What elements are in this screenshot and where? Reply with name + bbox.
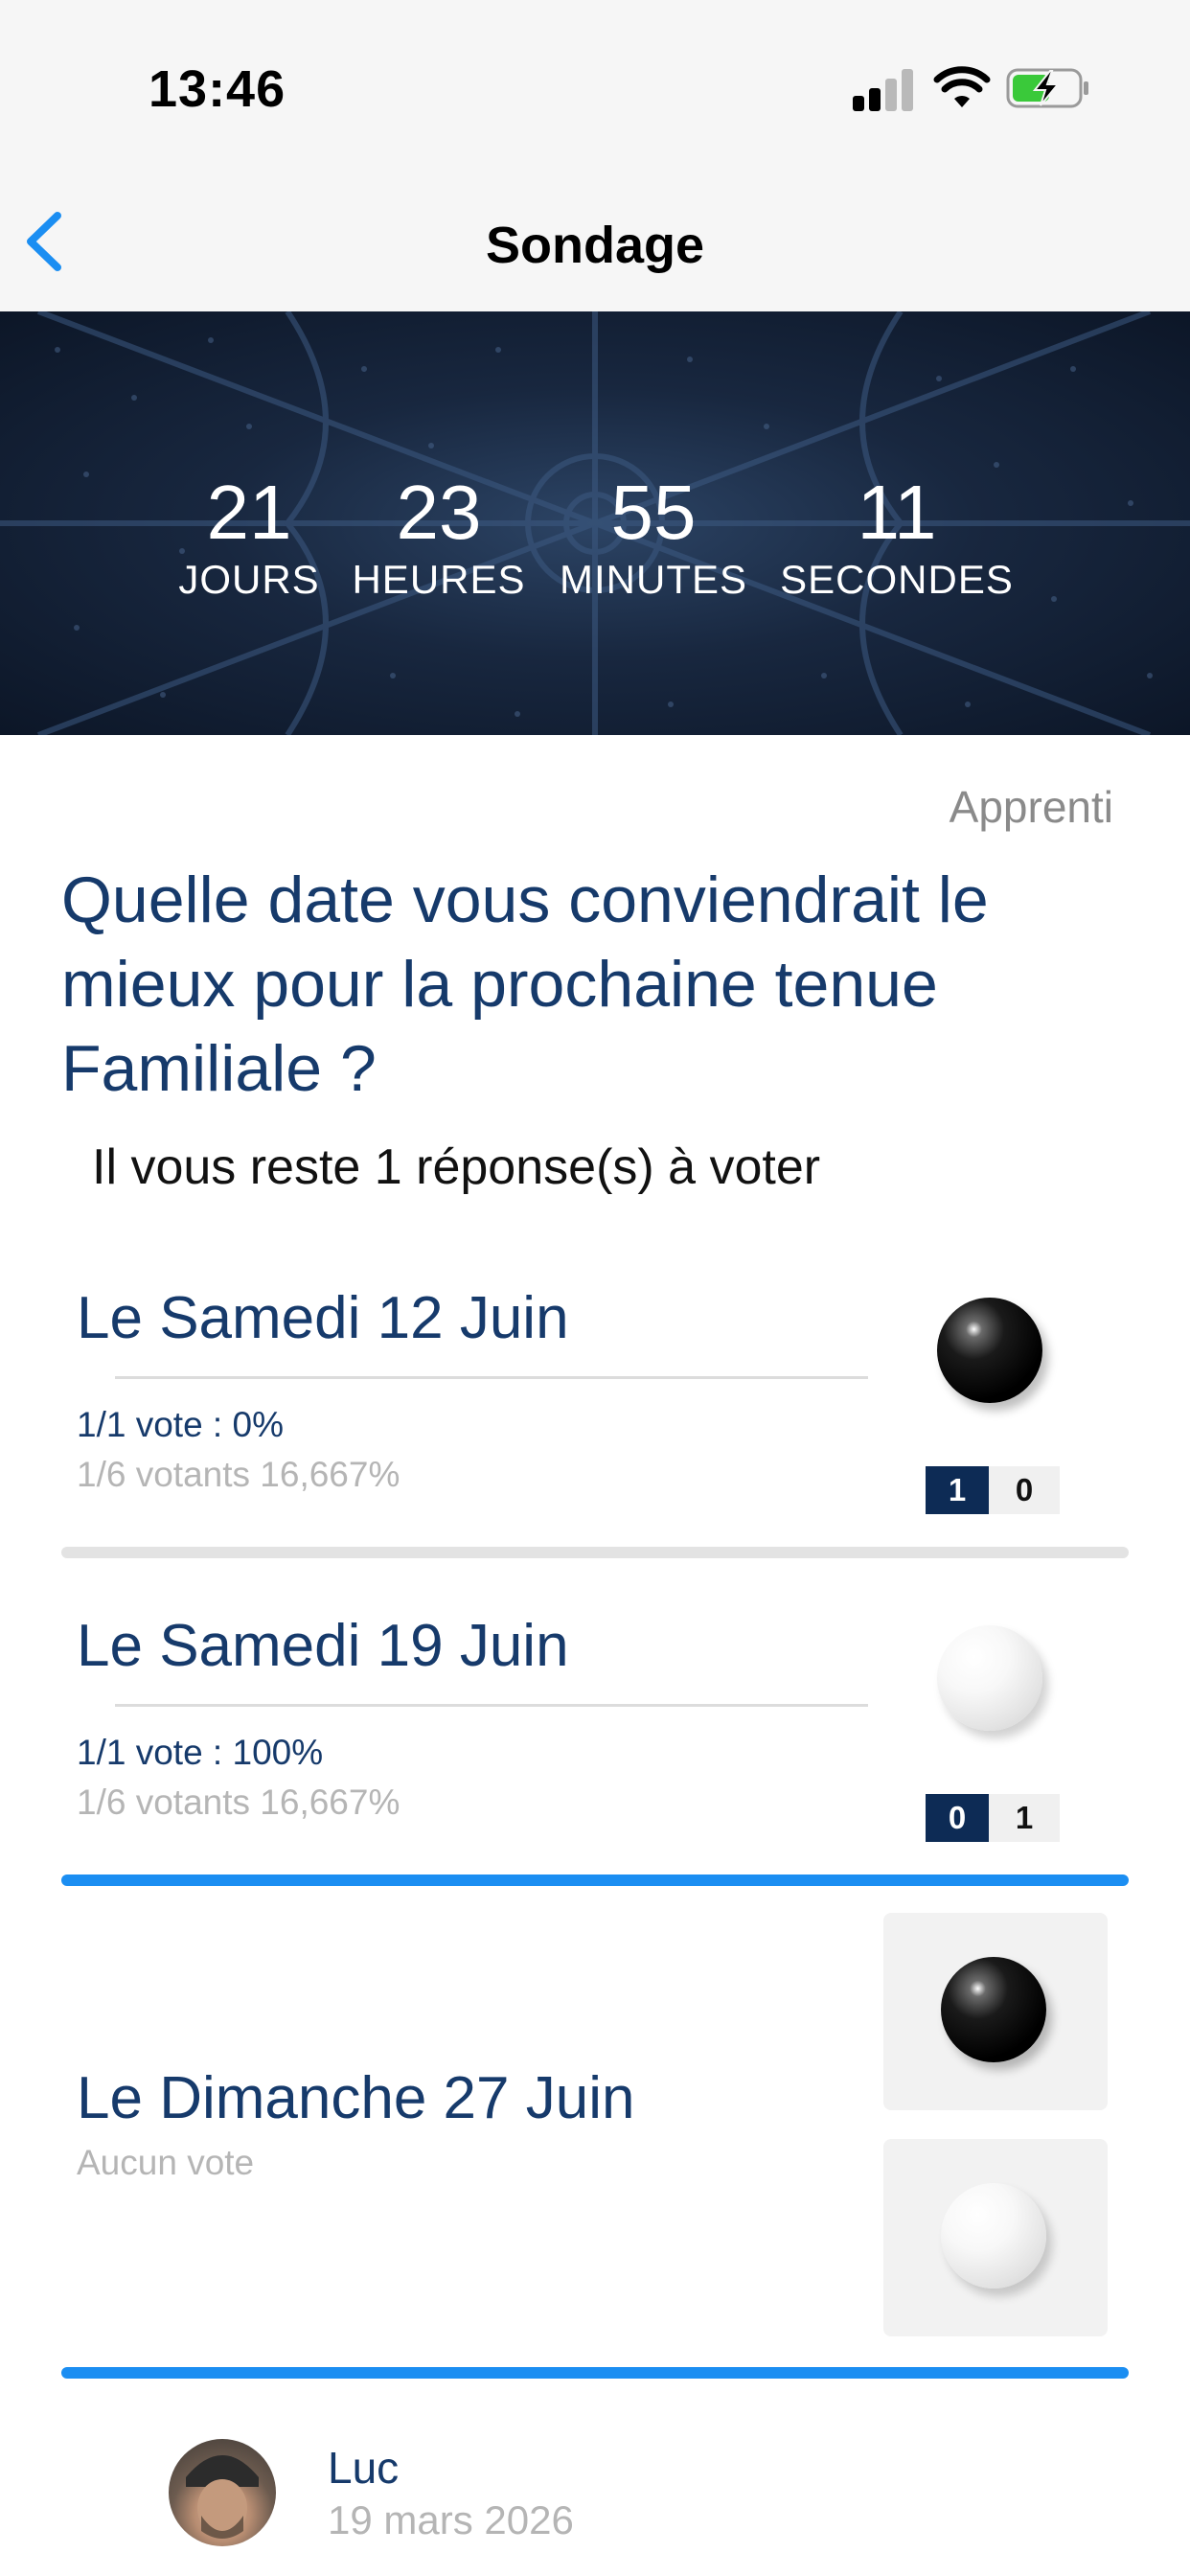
countdown-hours-label: HEURES (352, 557, 526, 602)
author-role: Apprenti (949, 782, 1113, 832)
countdown-days-value: 21 (206, 470, 292, 555)
countdown-seconds-label: SECONDES (780, 557, 1014, 602)
option-divider (61, 2367, 1129, 2379)
option-vote-result: 1/1 vote : 100% (77, 1733, 324, 1772)
countdown-seconds: 11 SECONDES (780, 474, 1014, 609)
navigation-bar: Sondage (0, 168, 1190, 311)
countdown-hours-value: 23 (396, 470, 482, 555)
status-time: 13:46 (149, 60, 286, 118)
option-no-vote: Aucun vote (77, 2143, 255, 2182)
white-vote-count: 1 (989, 1794, 1060, 1842)
poll-option: Le Samedi 12 Juin 1/1 vote : 0% 1/6 vota… (61, 1265, 1129, 1552)
option-vote-result: 1/1 vote : 0% (77, 1405, 284, 1444)
countdown-minutes: 55 MINUTES (560, 474, 747, 609)
poll-option: Le Samedi 19 Juin 1/1 vote : 100% 1/6 vo… (61, 1593, 1129, 1880)
option-divider (61, 1547, 1129, 1558)
countdown-banner: 21 JOURS 23 HEURES 55 MINUTES 11 SECONDE… (0, 311, 1190, 735)
wifi-icon (933, 66, 991, 107)
option-title: Le Dimanche 27 Juin (77, 2065, 635, 2131)
option-voters: 1/6 votants 16,667% (77, 1455, 400, 1494)
poll-question: Quelle date vous conviendrait le mieux p… (61, 863, 989, 1105)
avatar[interactable] (169, 2439, 276, 2546)
author-date: 19 mars 2026 (328, 2497, 574, 2542)
option-title: Le Samedi 12 Juin (77, 1285, 569, 1351)
vote-white-button[interactable] (883, 2139, 1108, 2336)
cellular-signal-icon (853, 69, 914, 111)
countdown-days-label: JOURS (178, 557, 320, 602)
page-title: Sondage (485, 217, 705, 274)
option-divider (61, 1874, 1129, 1886)
battery-charging-icon (1006, 68, 1088, 108)
countdown-minutes-value: 55 (610, 470, 697, 555)
countdown-seconds-value: 11 (857, 470, 937, 555)
option-title: Le Samedi 19 Juin (77, 1613, 569, 1679)
remaining-votes: Il vous reste 1 réponse(s) à voter (92, 1139, 821, 1195)
countdown-minutes-label: MINUTES (560, 557, 747, 602)
white-ball-icon[interactable] (937, 1625, 1042, 1731)
black-vote-count: 1 (926, 1466, 989, 1514)
black-ball-icon (941, 1957, 1046, 2062)
white-vote-count: 0 (989, 1466, 1060, 1514)
poll-option: Le Dimanche 27 Juin Aucun vote (61, 1913, 1129, 2344)
countdown-days: 21 JOURS (178, 474, 319, 609)
status-bar: 13:46 (0, 0, 1190, 168)
vote-black-button[interactable] (883, 1913, 1108, 2110)
countdown-hours: 23 HEURES (352, 474, 525, 609)
option-underline (115, 1704, 868, 1707)
white-ball-icon (941, 2183, 1046, 2288)
option-voters: 1/6 votants 16,667% (77, 1782, 400, 1822)
option-underline (115, 1376, 868, 1379)
black-vote-count: 0 (926, 1794, 989, 1842)
black-ball-icon[interactable] (937, 1298, 1042, 1403)
author-name: Luc (328, 2443, 400, 2493)
